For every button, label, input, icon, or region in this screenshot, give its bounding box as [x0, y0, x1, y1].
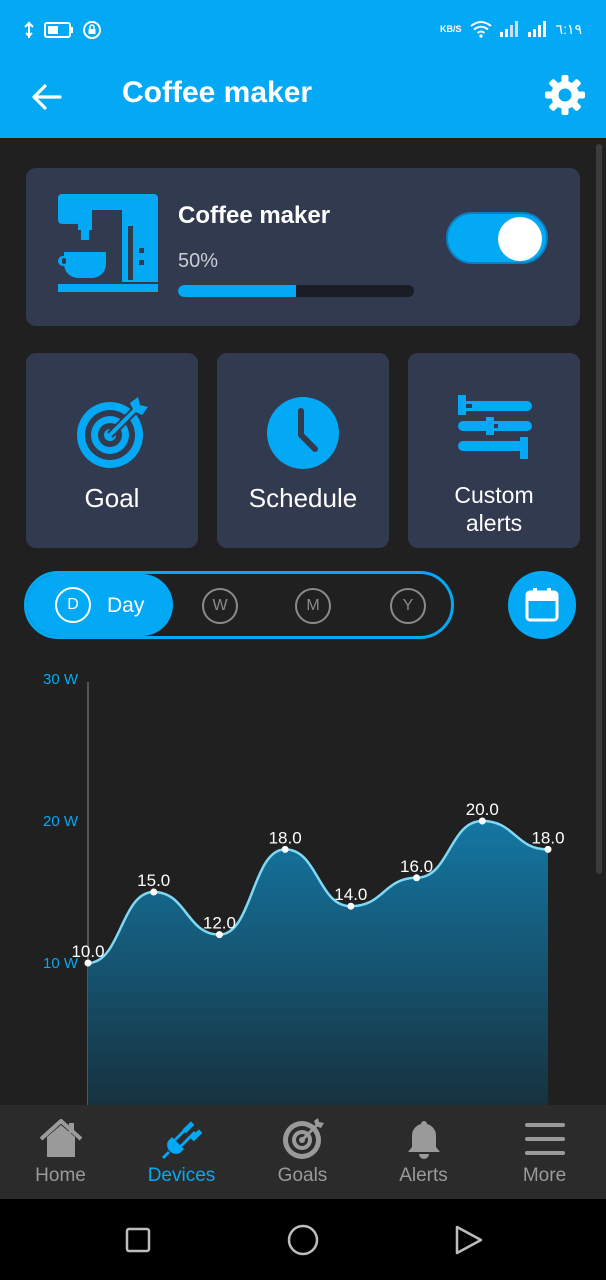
range-selector: D Day W M Y — [24, 571, 454, 639]
arrow-left-icon — [32, 84, 62, 110]
page-title: Coffee maker — [122, 76, 313, 109]
signal-icon-2 — [527, 21, 546, 37]
toggle-knob — [498, 217, 542, 261]
nav-alerts-label: Alerts — [399, 1165, 448, 1186]
status-right-icons: KB/S ٦:١٩ — [440, 20, 582, 38]
data-value-label: 18.0 — [269, 828, 302, 847]
coffee-machine-icon — [58, 194, 158, 292]
calendar-icon — [525, 588, 559, 622]
nav-home-label: Home — [35, 1165, 86, 1186]
data-value-label: 20.0 — [466, 800, 499, 819]
schedule-tile-label: Schedule — [248, 483, 358, 513]
gear-icon — [545, 75, 585, 115]
goal-tile-label: Goal — [84, 483, 140, 513]
y-tick-label: 20 W — [43, 813, 79, 830]
nav-home[interactable]: Home — [0, 1105, 121, 1199]
bell-icon — [407, 1121, 440, 1159]
device-name: Coffee maker — [178, 202, 331, 229]
nav-devices-label: Devices — [147, 1165, 216, 1186]
range-option-day[interactable]: D Day — [27, 574, 173, 636]
back-button[interactable] — [24, 74, 70, 120]
nav-more-label: More — [522, 1165, 567, 1186]
status-left-icons — [22, 20, 102, 40]
range-option-week[interactable]: W — [202, 588, 238, 624]
data-value-label: 15.0 — [137, 871, 170, 890]
calendar-button[interactable] — [508, 571, 576, 639]
data-value-label: 16.0 — [400, 857, 433, 876]
status-bar: KB/S ٦:١٩ — [0, 0, 606, 60]
system-nav-bar — [0, 1199, 606, 1280]
usb-icon — [24, 21, 34, 38]
circle-icon[interactable] — [286, 1223, 320, 1257]
custom-alerts-label-line2: alerts — [465, 510, 523, 536]
data-value-label: 14.0 — [334, 885, 367, 904]
settings-button[interactable] — [542, 72, 588, 118]
signal-icon-1 — [499, 21, 518, 37]
app-bar: Coffee maker — [0, 60, 606, 138]
nav-more[interactable]: More — [484, 1105, 605, 1199]
device-progress-bar — [178, 285, 414, 297]
range-option-year[interactable]: Y — [390, 588, 426, 624]
sliders-icon — [458, 395, 532, 459]
custom-alerts-tile-label: Custom alerts — [408, 481, 580, 537]
range-day-label: Day — [107, 594, 145, 617]
target-icon — [282, 1118, 324, 1159]
device-card: Coffee maker 50% — [26, 168, 580, 326]
wifi-icon — [469, 21, 492, 38]
power-chart: 10 W20 W30 W 10.015.012.018.014.016.020.… — [43, 671, 565, 1105]
bottom-nav: Home Devices Goals Alerts More — [0, 1105, 606, 1199]
y-tick-label: 30 W — [43, 671, 79, 688]
range-day-letter: D — [55, 587, 91, 623]
home-icon — [39, 1119, 82, 1157]
nav-goals-label: Goals — [277, 1165, 328, 1186]
goal-tile[interactable]: Goal — [26, 353, 198, 548]
nav-devices[interactable]: Devices — [121, 1105, 242, 1199]
square-icon[interactable] — [121, 1223, 155, 1257]
device-progress-fill — [178, 285, 296, 297]
nav-alerts[interactable]: Alerts — [363, 1105, 484, 1199]
target-icon — [77, 397, 148, 468]
power-toggle[interactable] — [446, 212, 548, 264]
data-value-label: 12.0 — [203, 914, 236, 933]
device-percent: 50% — [178, 250, 219, 272]
battery-icon — [44, 22, 73, 38]
schedule-tile[interactable]: Schedule — [217, 353, 389, 548]
network-speed: KB/S — [440, 24, 462, 34]
plug-icon — [161, 1121, 202, 1159]
data-value-label: 18.0 — [531, 828, 564, 847]
area-fill — [88, 821, 548, 1105]
nav-goals[interactable]: Goals — [242, 1105, 363, 1199]
triangle-icon[interactable] — [451, 1223, 485, 1257]
data-value-label: 10.0 — [71, 942, 104, 961]
clock-icon — [267, 397, 339, 469]
menu-icon — [524, 1123, 565, 1155]
custom-alerts-tile[interactable]: Custom alerts — [408, 353, 580, 548]
range-option-month[interactable]: M — [295, 588, 331, 624]
lock-icon — [83, 21, 101, 39]
custom-alerts-label-line1: Custom — [454, 482, 534, 508]
status-time: ٦:١٩ — [555, 20, 582, 37]
